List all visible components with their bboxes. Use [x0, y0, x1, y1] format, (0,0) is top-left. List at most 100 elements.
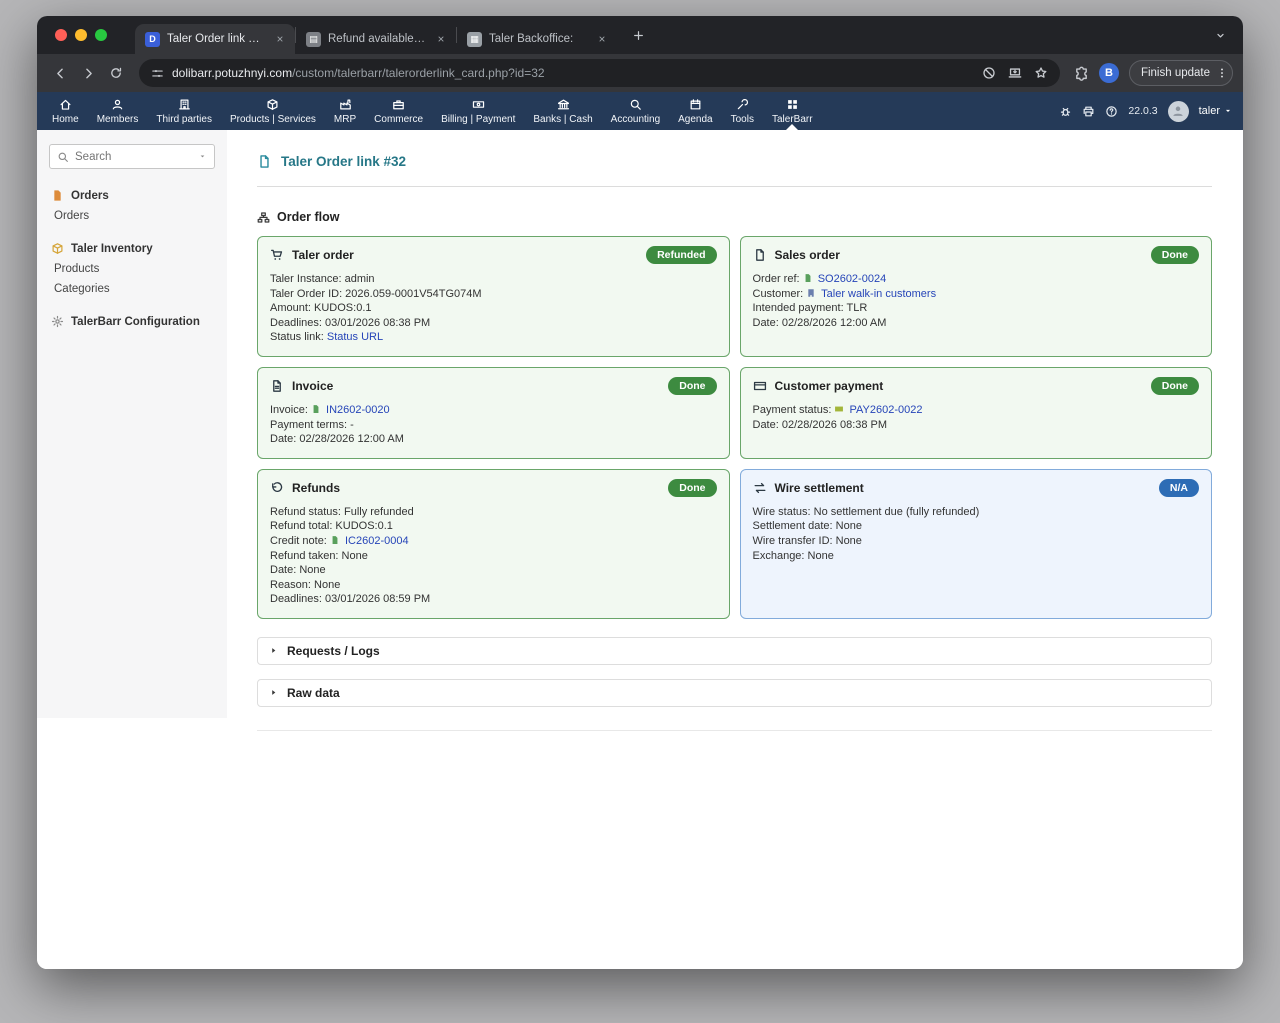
tab-list: D Taler Order link #32 ▤Refund available f… — [135, 16, 617, 54]
card-link[interactable]: Status URL — [327, 331, 383, 343]
nav-item-banks-cash[interactable]: Banks | Cash — [524, 92, 601, 130]
money-solid-icon — [834, 404, 844, 414]
tab-title: Taler Order link #32 — [167, 33, 265, 45]
cart-icon — [270, 248, 284, 262]
toolbar-actions: B Finish update — [1070, 60, 1233, 86]
nav-item-agenda[interactable]: Agenda — [669, 92, 721, 130]
minimize-window-button[interactable] — [75, 29, 87, 41]
card-link[interactable]: Taler walk-in customers — [821, 288, 936, 300]
search-box — [49, 144, 215, 169]
bookmark-star-icon[interactable] — [1034, 66, 1048, 80]
briefcase-icon — [392, 98, 405, 111]
tri-right-icon — [269, 688, 278, 697]
finish-update-button[interactable]: Finish update — [1129, 60, 1233, 86]
card-title: Customer payment — [775, 379, 884, 393]
card-title: Refunds — [292, 481, 340, 495]
card-link[interactable]: IN2602-0020 — [326, 404, 390, 416]
zoom-window-button[interactable] — [95, 29, 107, 41]
nav-item-talerbarr[interactable]: TalerBarr — [763, 92, 822, 130]
tri-right-icon — [269, 646, 278, 655]
card-title: Invoice — [292, 379, 333, 393]
card-line: Reason: None — [270, 578, 717, 593]
card-link[interactable]: PAY2602-0022 — [850, 404, 923, 416]
new-tab-button[interactable] — [625, 22, 651, 48]
nav-item-home[interactable]: Home — [43, 92, 88, 130]
menu-kebab-icon[interactable] — [1215, 66, 1229, 80]
sidebar-section-title[interactable]: Taler Inventory — [49, 242, 215, 255]
search-input[interactable] — [75, 151, 192, 163]
tab-close-button[interactable] — [272, 31, 288, 47]
nav-item-label: Home — [52, 114, 79, 125]
browser-window: D Taler Order link #32 ▤Refund available f… — [37, 16, 1243, 969]
nav-item-label: Products | Services — [230, 114, 316, 125]
sidebar-section-talerbarr-configuration: TalerBarr Configuration — [49, 315, 215, 328]
card-line: Credit note: IC2602-0004 — [270, 534, 717, 549]
content-blocked-icon[interactable] — [982, 66, 996, 80]
browser-tab[interactable]: D Taler Order link #32 — [135, 24, 295, 54]
user-icon — [111, 98, 124, 111]
tab-close-button[interactable] — [433, 31, 449, 47]
tab-favicon-icon: ▤ — [306, 32, 321, 47]
profile-badge[interactable]: B — [1099, 63, 1119, 83]
tab-favicon-icon: D — [145, 32, 160, 47]
nav-item-products-services[interactable]: Products | Services — [221, 92, 325, 130]
sidebar-item-orders[interactable]: Orders — [49, 205, 215, 222]
sidebar-section-title[interactable]: Orders — [49, 189, 215, 202]
nav-item-mrp[interactable]: MRP — [325, 92, 365, 130]
close-window-button[interactable] — [55, 29, 67, 41]
forward-button[interactable] — [75, 60, 101, 86]
money-icon — [472, 98, 485, 111]
sidebar-section-orders: Orders Orders — [49, 189, 215, 222]
nav-item-accounting[interactable]: Accounting — [602, 92, 669, 130]
card-line: Order ref: SO2602-0024 — [753, 272, 1200, 287]
card-line: Refund status: Fully refunded — [270, 505, 717, 520]
url-path: /custom/talerbarr/talerorderlink_card.ph… — [292, 66, 544, 80]
nav-item-label: Tools — [731, 114, 754, 125]
back-button[interactable] — [47, 60, 73, 86]
card-link[interactable]: SO2602-0024 — [818, 273, 887, 285]
accordion-raw-data[interactable]: Raw data — [257, 679, 1212, 707]
user-menu[interactable]: taler — [1199, 105, 1233, 117]
card-invoice: Invoice Done Invoice: IN2602-0020Payment t… — [257, 367, 730, 459]
url-bar[interactable]: dolibarr.potuzhnyi.com/custom/talerbarr/… — [139, 59, 1060, 87]
accordion-list: Requests / Logs Raw data — [257, 637, 1212, 707]
tab-search-button[interactable] — [1207, 22, 1233, 48]
sidebar-section-title[interactable]: TalerBarr Configuration — [49, 315, 215, 328]
help-icon[interactable] — [1105, 105, 1118, 118]
browser-tab[interactable]: ▦Taler Backoffice: — [457, 24, 617, 54]
undo-icon — [270, 481, 284, 495]
extensions-puzzle-icon[interactable] — [1074, 66, 1089, 81]
search-icon — [629, 98, 642, 111]
site-info-icon[interactable] — [151, 67, 164, 80]
card-link[interactable]: IC2602-0004 — [345, 535, 409, 547]
nav-item-members[interactable]: Members — [88, 92, 148, 130]
nav-item-tools[interactable]: Tools — [722, 92, 763, 130]
nav-item-billing-payment[interactable]: Billing | Payment — [432, 92, 524, 130]
sitemap-icon — [257, 211, 270, 224]
status-badge: Done — [668, 377, 716, 395]
nav-item-third-parties[interactable]: Third parties — [147, 92, 221, 130]
search-caret-icon[interactable] — [198, 152, 207, 161]
bottom-divider — [257, 730, 1212, 731]
accordion-requests-logs[interactable]: Requests / Logs — [257, 637, 1212, 665]
card-body: Invoice: IN2602-0020Payment terms: -Date… — [270, 403, 717, 447]
sidebar-item-products[interactable]: Products — [49, 258, 215, 275]
install-app-icon[interactable] — [1008, 66, 1022, 80]
debug-bug-icon[interactable] — [1059, 105, 1072, 118]
card-line: Refund taken: None — [270, 549, 717, 564]
reload-button[interactable] — [103, 60, 129, 86]
app-menubar: Home MembersThird parties Products | Servi… — [37, 92, 1243, 130]
chevron-down-icon — [1214, 29, 1227, 42]
card-title: Wire settlement — [775, 481, 864, 495]
file-icon — [753, 248, 767, 262]
forward-arrow-icon — [81, 66, 96, 81]
user-avatar[interactable] — [1168, 101, 1189, 122]
nav-item-label: Billing | Payment — [441, 114, 515, 125]
tab-close-button[interactable] — [594, 31, 610, 47]
sidebar-item-categories[interactable]: Categories — [49, 278, 215, 295]
browser-tab[interactable]: ▤Refund available for Order fro — [296, 24, 456, 54]
card-line: Exchange: None — [753, 549, 1200, 564]
main-content: Taler Order link #32 Order flow Taler or… — [227, 130, 1243, 969]
nav-item-commerce[interactable]: Commerce — [365, 92, 432, 130]
print-icon[interactable] — [1082, 105, 1095, 118]
